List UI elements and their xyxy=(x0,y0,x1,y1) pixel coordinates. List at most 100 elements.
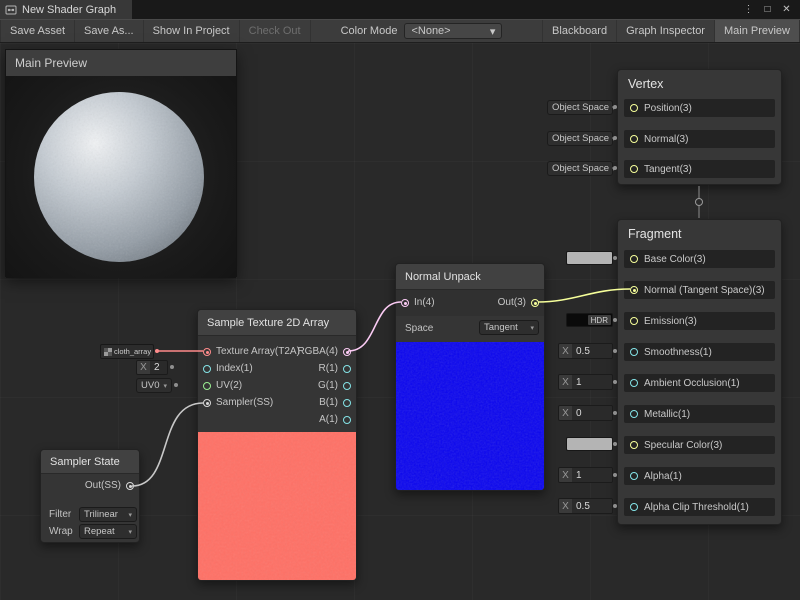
save-asset-button[interactable]: Save Asset xyxy=(0,20,75,42)
metallic-field[interactable]: X 0 xyxy=(558,405,613,421)
normal-space-dropdown[interactable]: Object Space ▾ xyxy=(547,131,613,146)
sample-texture-2d-array-node[interactable]: Sample Texture 2D Array Texture Array(T2… xyxy=(197,309,357,581)
port-in[interactable] xyxy=(401,299,409,307)
fragment-row-alpha[interactable]: Alpha(1) xyxy=(624,467,775,485)
connector-stub xyxy=(155,349,159,353)
port-texture-array-in[interactable] xyxy=(203,348,211,356)
row-sampler: Sampler(SS) B(1) xyxy=(198,395,356,412)
axis-label: X xyxy=(559,499,572,513)
port-specular-color[interactable] xyxy=(630,441,638,449)
port-label: Alpha(1) xyxy=(644,471,682,482)
title-bar: New Shader Graph ⋮ □ ✕ xyxy=(0,0,800,19)
float-value[interactable]: 1 xyxy=(572,468,612,482)
smoothness-field[interactable]: X 0.5 xyxy=(558,343,613,359)
color-mode-dropdown[interactable]: <None> ▾ xyxy=(404,23,502,39)
port-a-out[interactable] xyxy=(343,416,351,424)
port-index-in[interactable] xyxy=(203,365,211,373)
chevron-down-icon: ▾ xyxy=(530,324,534,332)
dropdown-value: Tangent xyxy=(484,322,518,333)
emission-color-swatch[interactable]: HDR xyxy=(566,313,613,327)
check-out-button: Check Out xyxy=(240,20,311,42)
port-smoothness[interactable] xyxy=(630,348,638,356)
alpha-clip-threshold-field[interactable]: X 0.5 xyxy=(558,498,613,514)
port-position[interactable] xyxy=(630,104,638,112)
sampler-state-node[interactable]: Sampler State Out(SS) Filter Trilinear ▾… xyxy=(40,449,140,543)
fragment-row-emission[interactable]: Emission(3) xyxy=(624,312,775,330)
connector-stub xyxy=(613,166,617,170)
fragment-row-smoothness[interactable]: Smoothness(1) xyxy=(624,343,775,361)
float-value[interactable]: 1 xyxy=(572,375,612,389)
port-out[interactable] xyxy=(531,299,539,307)
port-label: A(1) xyxy=(319,414,338,425)
ambient-occlusion-field[interactable]: X 1 xyxy=(558,374,613,390)
port-base-color[interactable] xyxy=(630,255,638,263)
uv-channel-dropdown[interactable]: UV0 ▾ xyxy=(136,378,172,393)
port-r-out[interactable] xyxy=(343,365,351,373)
port-g-out[interactable] xyxy=(343,382,351,390)
edge-samplerstate-to-sampler[interactable] xyxy=(132,403,203,486)
connector-stub xyxy=(613,105,617,109)
preview-sphere xyxy=(6,76,236,278)
position-space-dropdown[interactable]: Object Space ▾ xyxy=(547,100,613,115)
fragment-row-normal-ts[interactable]: Normal (Tangent Space)(3) xyxy=(624,281,775,299)
port-ambient-occlusion[interactable] xyxy=(630,379,638,387)
fragment-node[interactable]: Fragment Base Color(3) Normal (Tangent S… xyxy=(617,219,782,525)
port-label: Ambient Occlusion(1) xyxy=(644,378,740,389)
port-normal-tangent-space[interactable] xyxy=(630,286,638,294)
cloth-array-object-field[interactable]: cloth_array xyxy=(100,344,154,359)
port-emission[interactable] xyxy=(630,317,638,325)
float-value[interactable]: 0 xyxy=(572,406,612,420)
graph-inspector-toggle-button[interactable]: Graph Inspector xyxy=(617,20,715,42)
connector-stub xyxy=(613,504,617,508)
texture-preview xyxy=(198,432,356,581)
index-field[interactable]: X 2 xyxy=(136,360,168,375)
window-tab[interactable]: New Shader Graph xyxy=(0,0,132,19)
filter-label: Filter xyxy=(49,509,71,520)
maximize-icon[interactable]: □ xyxy=(759,1,776,18)
base-color-swatch[interactable] xyxy=(566,251,613,265)
port-sampler-in[interactable] xyxy=(203,399,211,407)
filter-dropdown[interactable]: Trilinear ▾ xyxy=(79,507,137,522)
vertex-row-tangent[interactable]: Tangent(3) xyxy=(624,160,775,178)
graph-canvas[interactable]: Main Preview xyxy=(0,43,800,600)
fragment-row-alpha-clip[interactable]: Alpha Clip Threshold(1) xyxy=(624,498,775,516)
dropdown-value: Repeat xyxy=(84,526,115,537)
tangent-space-dropdown[interactable]: Object Space ▾ xyxy=(547,161,613,176)
main-preview-header[interactable]: Main Preview xyxy=(6,50,236,76)
specular-color-swatch[interactable] xyxy=(566,437,613,451)
fragment-row-specular-color[interactable]: Specular Color(3) xyxy=(624,436,775,454)
vertex-row-position[interactable]: Position(3) xyxy=(624,99,775,117)
space-dropdown[interactable]: Tangent ▾ xyxy=(479,320,539,335)
port-alpha-clip-threshold[interactable] xyxy=(630,503,638,511)
float-value[interactable]: 0.5 xyxy=(572,499,612,513)
float-value[interactable]: 2 xyxy=(150,361,167,374)
menu-icon[interactable]: ⋮ xyxy=(740,1,757,18)
port-uv-in[interactable] xyxy=(203,382,211,390)
port-tangent[interactable] xyxy=(630,165,638,173)
port-label: Alpha Clip Threshold(1) xyxy=(644,502,749,513)
fragment-row-base-color[interactable]: Base Color(3) xyxy=(624,250,775,268)
object-picker-icon[interactable] xyxy=(153,348,154,356)
port-metallic[interactable] xyxy=(630,410,638,418)
port-out-ss[interactable] xyxy=(126,482,134,490)
connector-stub xyxy=(613,256,617,260)
port-b-out[interactable] xyxy=(343,399,351,407)
blackboard-toggle-button[interactable]: Blackboard xyxy=(542,20,617,42)
save-as-button[interactable]: Save As... xyxy=(75,20,144,42)
port-alpha[interactable] xyxy=(630,472,638,480)
float-value[interactable]: 0.5 xyxy=(572,344,612,358)
shader-graph-icon xyxy=(5,4,17,16)
fragment-row-metallic[interactable]: Metallic(1) xyxy=(624,405,775,423)
wrap-dropdown[interactable]: Repeat ▾ xyxy=(79,524,137,539)
port-normal[interactable] xyxy=(630,135,638,143)
main-preview-toggle-button[interactable]: Main Preview xyxy=(715,20,800,42)
vertex-row-normal[interactable]: Normal(3) xyxy=(624,130,775,148)
vertex-node[interactable]: Vertex Position(3) Normal(3) Tangent(3) xyxy=(617,69,782,185)
normal-unpack-node[interactable]: Normal Unpack In(4) Out(3) Space Tangent… xyxy=(395,263,545,491)
port-rgba-out[interactable] xyxy=(343,348,351,356)
close-icon[interactable]: ✕ xyxy=(778,1,795,18)
alpha-field[interactable]: X 1 xyxy=(558,467,613,483)
fragment-row-ambient-occlusion[interactable]: Ambient Occlusion(1) xyxy=(624,374,775,392)
port-label: Metallic(1) xyxy=(644,409,690,420)
show-in-project-button[interactable]: Show In Project xyxy=(144,20,240,42)
